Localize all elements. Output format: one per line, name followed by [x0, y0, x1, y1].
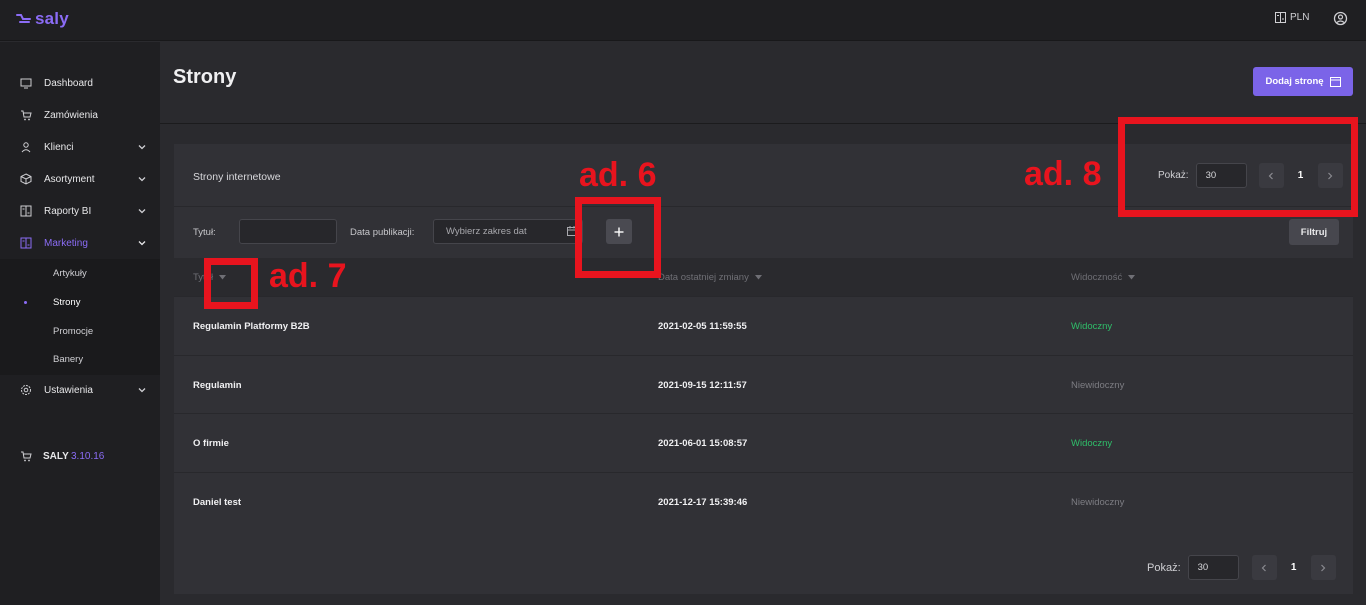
- row-date: 2021-12-17 15:39:46: [658, 497, 748, 508]
- report-icon: [20, 205, 32, 217]
- table-header: Tytuł Data ostatniej zmiany Widoczność: [174, 258, 1353, 296]
- add-page-button[interactable]: Dodaj stronę: [1253, 67, 1353, 96]
- submenu-item-label: Strony: [53, 296, 81, 308]
- sidebar-item-marketing[interactable]: Marketing: [0, 229, 160, 257]
- top-bar: saly PLN: [0, 0, 1366, 41]
- chevron-left-icon: [1261, 564, 1267, 571]
- submenu-item-articles[interactable]: Artykuły: [0, 260, 160, 286]
- filter-button[interactable]: Filtruj: [1289, 219, 1339, 245]
- prev-page-button[interactable]: [1251, 555, 1277, 580]
- logo-icon: [16, 14, 31, 23]
- show-label: Pokaż:: [1147, 561, 1181, 574]
- cart-icon: [21, 110, 32, 121]
- annotation-box-ad8: [1118, 117, 1358, 217]
- version-number: 3.10.16: [71, 450, 105, 462]
- page-title: Strony: [173, 66, 237, 88]
- column-header-label: Data ostatniej zmiany: [658, 272, 749, 283]
- currency-selector[interactable]: PLN: [1275, 12, 1309, 23]
- row-title: O firmie: [193, 438, 229, 449]
- annotation-label-ad7: ad. 7: [269, 257, 347, 295]
- table-row[interactable]: Regulamin 2021-09-15 12:11:57 Niewidoczn…: [174, 355, 1353, 413]
- sidebar-item-label: Marketing: [44, 237, 88, 249]
- logo[interactable]: saly: [16, 9, 69, 29]
- pagination-bottom: Pokaż: 30 1: [1147, 555, 1336, 580]
- chevron-down-icon: [138, 209, 146, 214]
- person-icon: [21, 142, 31, 153]
- sidebar-item-dashboard[interactable]: Dashboard: [0, 69, 160, 97]
- annotation-label-ad6: ad. 6: [579, 156, 657, 194]
- title-filter-label: Tytuł:: [193, 227, 216, 238]
- gear-icon: [21, 385, 31, 395]
- sidebar-item-label: Klienci: [44, 141, 74, 153]
- row-title: Regulamin: [193, 380, 242, 391]
- row-visibility: Niewidoczny: [1071, 380, 1125, 391]
- next-page-button[interactable]: [1310, 555, 1336, 580]
- column-header-label: Widoczność: [1071, 272, 1123, 283]
- date-filter-label: Data publikacji:: [350, 227, 415, 238]
- date-range-input[interactable]: Wybierz zakres dat: [433, 219, 583, 244]
- chevron-down-icon: [138, 145, 146, 150]
- user-circle-icon[interactable]: [1333, 11, 1348, 26]
- table-row[interactable]: Daniel test 2021-12-17 15:39:46 Niewidoc…: [174, 472, 1353, 530]
- submenu-item-pages[interactable]: Strony: [0, 289, 160, 315]
- sort-caret-icon: [754, 275, 762, 280]
- submenu-item-promotions[interactable]: Promocje: [0, 318, 160, 344]
- sidebar-item-settings[interactable]: Ustawienia: [0, 376, 160, 404]
- annotation-label-ad8: ad. 8: [1024, 155, 1102, 193]
- submenu-item-label: Promocje: [53, 325, 94, 337]
- sidebar-item-label: Dashboard: [44, 77, 93, 89]
- currency-label: PLN: [1290, 12, 1310, 23]
- logo-text: saly: [35, 9, 69, 28]
- annotation-box-ad6: [575, 197, 661, 278]
- monitor-icon: [20, 78, 32, 89]
- card-title: Strony internetowe: [193, 171, 281, 183]
- sidebar-item-label: Ustawienia: [44, 384, 93, 396]
- chevron-down-icon: [138, 241, 146, 246]
- row-date: 2021-09-15 12:11:57: [658, 380, 747, 391]
- sidebar-item-label: Zamówienia: [44, 109, 98, 121]
- marketing-submenu: Artykuły Strony Promocje Banery: [0, 259, 160, 375]
- chevron-down-icon: [138, 177, 146, 182]
- cart-icon: [21, 451, 32, 462]
- sidebar: Dashboard Zamówienia Klienci Asortyment …: [0, 42, 160, 605]
- sidebar-item-label: Raporty BI: [44, 205, 92, 217]
- column-header-date[interactable]: Data ostatniej zmiany: [658, 272, 762, 283]
- marketing-icon: [20, 237, 32, 249]
- chevron-right-icon: [1321, 564, 1326, 571]
- row-visibility: Widoczny: [1071, 438, 1113, 449]
- date-range-placeholder: Wybierz zakres dat: [446, 226, 527, 237]
- per-page-input[interactable]: 30: [1187, 555, 1239, 580]
- row-date: 2021-02-05 11:59:55: [658, 321, 747, 332]
- row-visibility: Niewidoczny: [1071, 497, 1125, 508]
- version-label: SALY: [43, 450, 69, 462]
- box-icon: [20, 173, 32, 185]
- add-page-button-label: Dodaj stronę: [1265, 76, 1324, 87]
- app-version: SALY 3.10.16: [0, 442, 160, 470]
- sidebar-item-assortment[interactable]: Asortyment: [0, 165, 160, 193]
- submenu-item-label: Artykuły: [53, 267, 87, 279]
- row-title: Regulamin Platformy B2B: [193, 321, 310, 332]
- table-row[interactable]: O firmie 2021-06-01 15:08:57 Widoczny: [174, 413, 1353, 471]
- window-icon: [1329, 76, 1341, 87]
- sidebar-item-label: Asortyment: [44, 173, 95, 185]
- sidebar-item-orders[interactable]: Zamówienia: [0, 101, 160, 129]
- chevron-down-icon: [138, 388, 146, 393]
- current-page: 1: [1290, 562, 1297, 573]
- sidebar-item-reports[interactable]: Raporty BI: [0, 197, 160, 225]
- row-visibility: Widoczny: [1071, 321, 1113, 332]
- row-date: 2021-06-01 15:08:57: [658, 438, 748, 449]
- table-row[interactable]: Regulamin Platformy B2B 2021-02-05 11:59…: [174, 296, 1353, 354]
- sidebar-item-clients[interactable]: Klienci: [0, 133, 160, 161]
- annotation-box-ad7: [204, 258, 258, 309]
- active-dot: [24, 300, 27, 304]
- sort-caret-icon: [1128, 275, 1136, 280]
- title-filter-input[interactable]: [239, 219, 337, 244]
- submenu-item-label: Banery: [53, 353, 84, 365]
- submenu-item-banners[interactable]: Banery: [0, 346, 160, 372]
- currency-icon: [1275, 12, 1286, 23]
- row-title: Daniel test: [193, 497, 242, 508]
- column-header-visibility[interactable]: Widoczność: [1071, 272, 1136, 283]
